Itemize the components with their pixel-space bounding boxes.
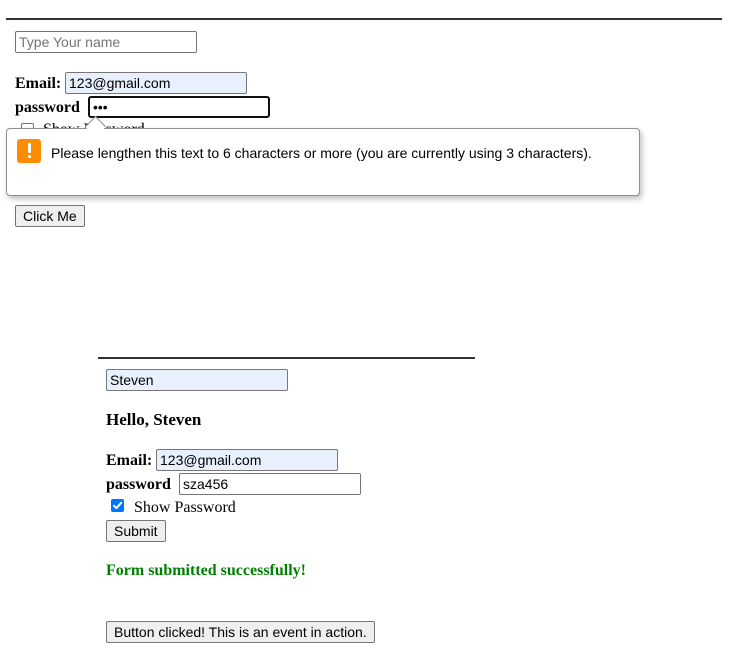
event-button[interactable]: Button clicked! This is an event in acti…: [106, 621, 375, 643]
password-label: password: [15, 99, 80, 116]
submit-button[interactable]: Submit: [106, 520, 166, 542]
validation-message: Please lengthen this text to 6 character…: [51, 145, 592, 161]
password-label-2: password: [106, 476, 171, 493]
warning-icon: [17, 139, 41, 163]
greeting-text: Hello, Steven: [106, 410, 202, 429]
show-password-checkbox-2[interactable]: [111, 499, 124, 512]
email-field-2[interactable]: [156, 449, 338, 471]
top-divider: [6, 18, 722, 20]
show-password-label-2: Show Password: [134, 499, 236, 516]
email-label: Email:: [15, 75, 62, 92]
checkmark-icon: [113, 501, 123, 510]
name-input[interactable]: [15, 31, 197, 53]
password-field[interactable]: [88, 96, 270, 118]
validation-tooltip: Please lengthen this text to 6 character…: [6, 128, 640, 196]
name-input-filled[interactable]: [106, 369, 288, 391]
email-label-2: Email:: [106, 452, 153, 469]
password-field-2[interactable]: [179, 473, 361, 495]
success-message: Form submitted successfully!: [106, 562, 306, 579]
email-field[interactable]: [65, 72, 247, 94]
click-me-button[interactable]: Click Me: [15, 205, 85, 227]
bottom-divider: [98, 357, 475, 359]
